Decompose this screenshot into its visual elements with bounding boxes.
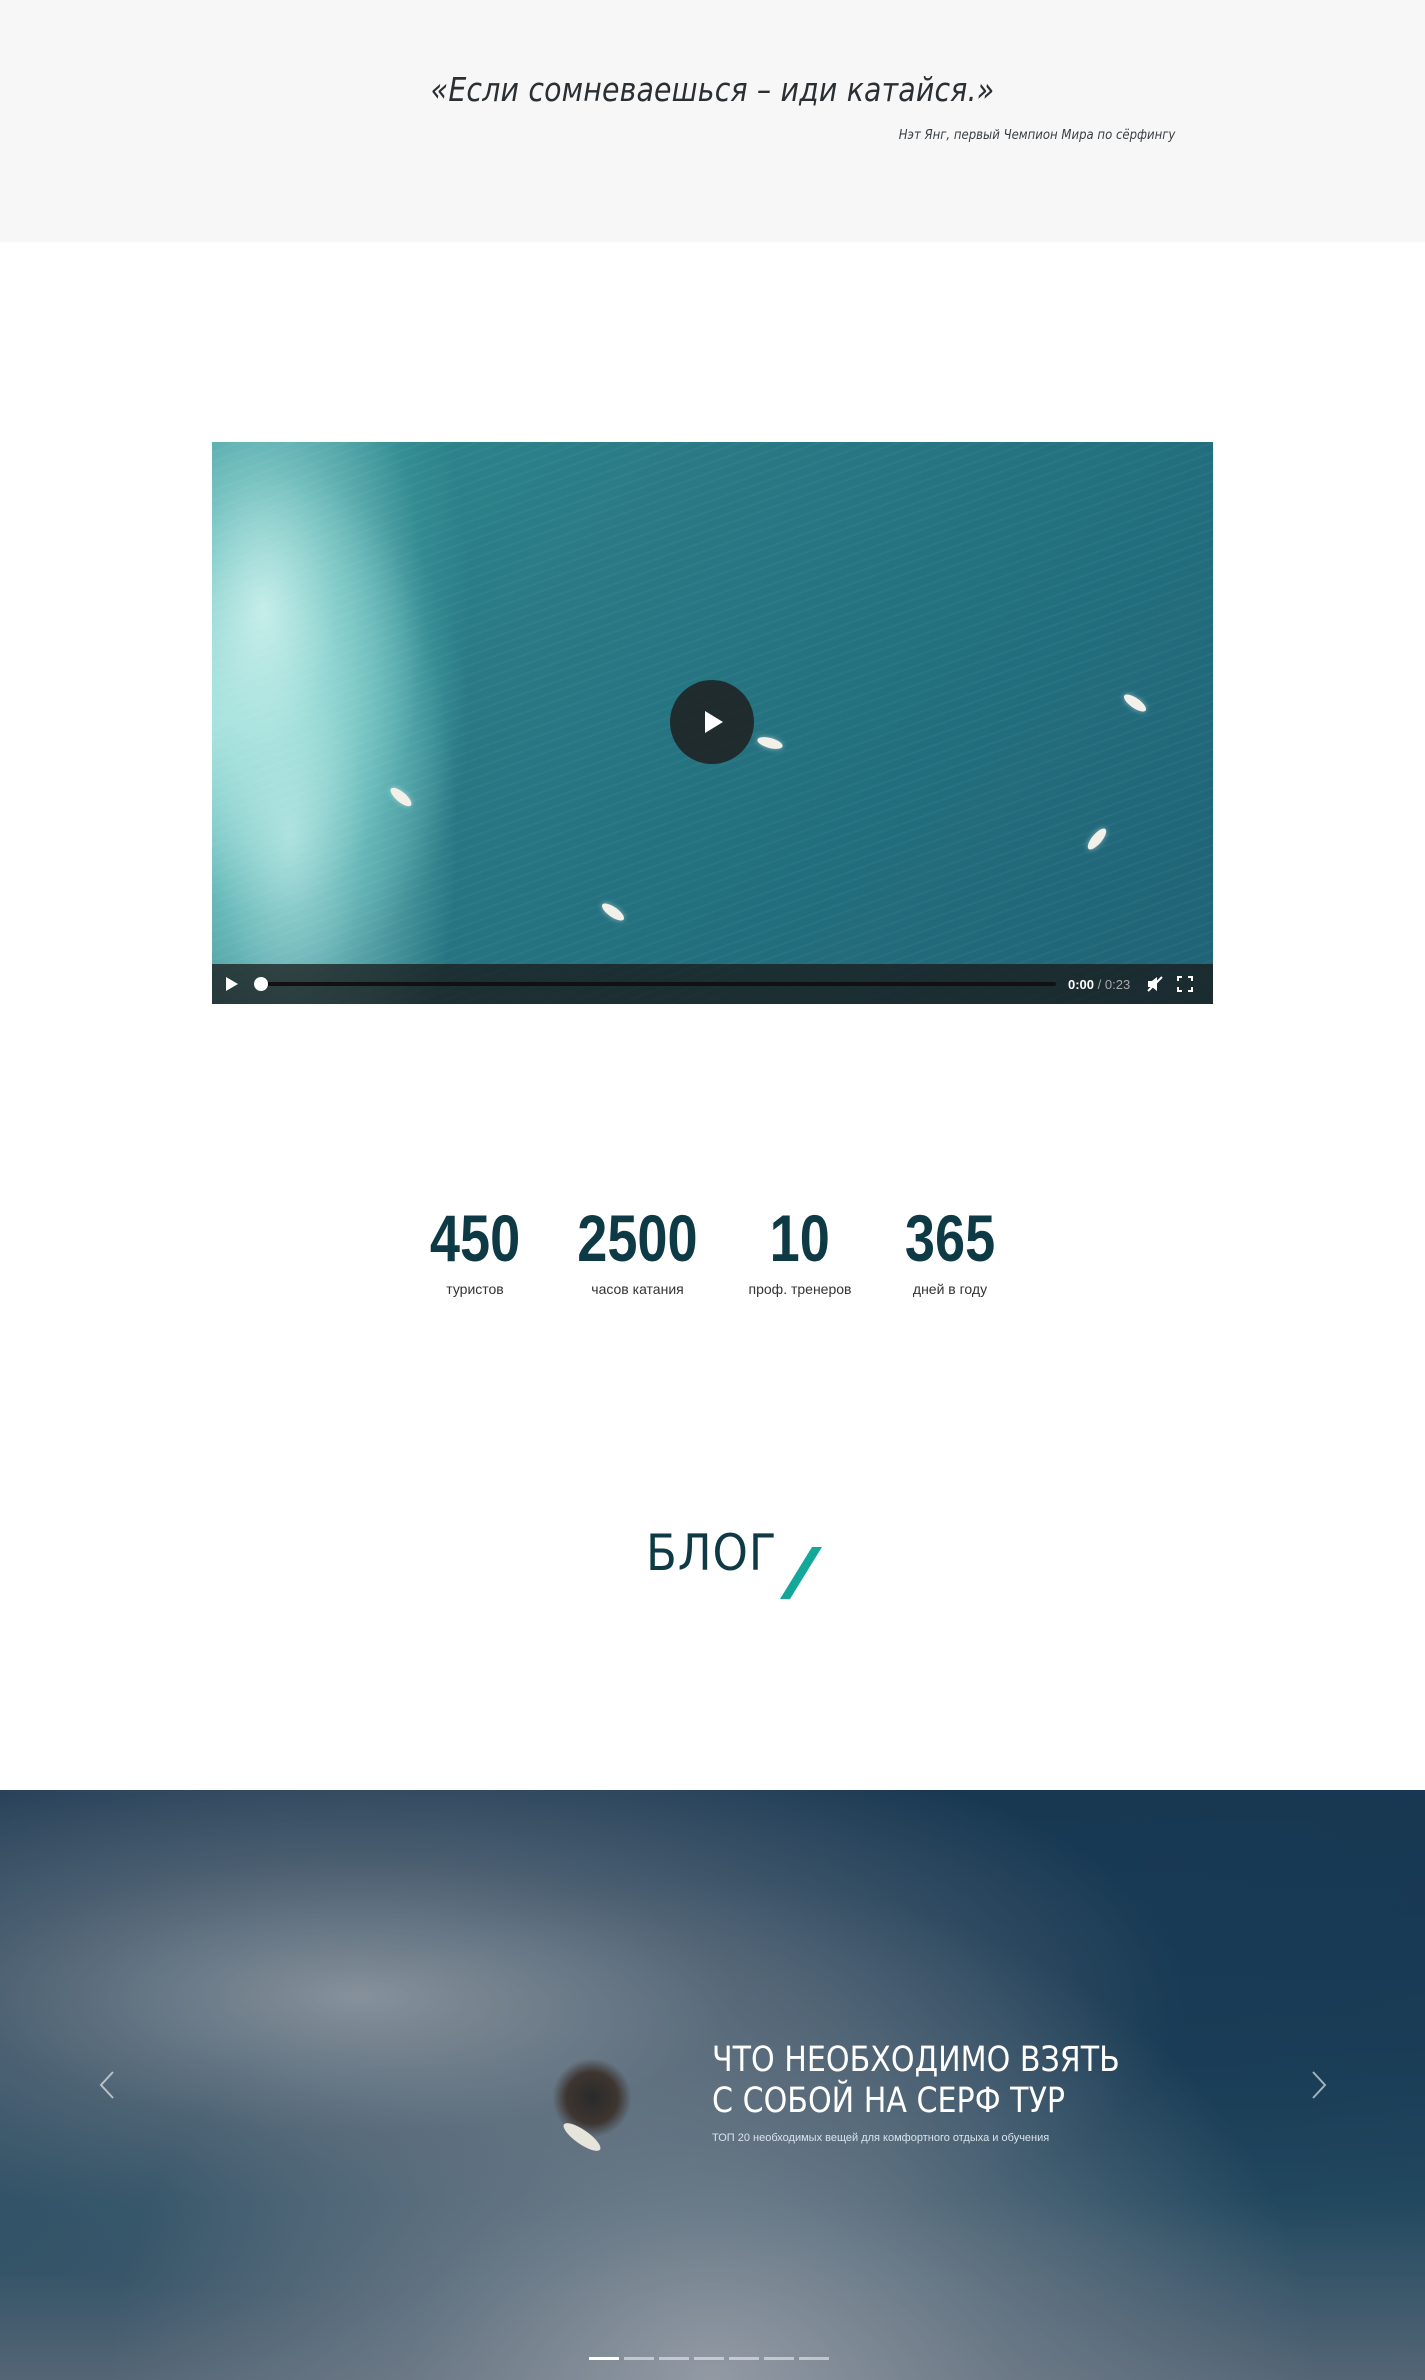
chevron-right-icon	[1312, 2071, 1327, 2099]
stat-value: 10	[769, 1201, 831, 1275]
stat-value: 2500	[577, 1201, 698, 1275]
stats-row: 450 туристов 2500 часов катания 10 проф.…	[0, 1205, 1425, 1297]
progress-knob[interactable]	[254, 977, 268, 991]
fullscreen-button[interactable]	[1170, 964, 1200, 1004]
blog-slider[interactable]: ЧТО НЕОБХОДИМО ВЗЯТЬ С СОБОЙ НА СЕРФ ТУР…	[0, 1790, 1425, 2380]
chevron-left-icon	[99, 2071, 114, 2099]
stat-item: 10 проф. тренеров	[745, 1205, 855, 1297]
stat-item: 365 дней в году	[895, 1205, 1005, 1297]
mute-button[interactable]	[1140, 964, 1170, 1004]
volume-muted-icon	[1147, 976, 1163, 992]
fullscreen-icon	[1177, 976, 1194, 992]
stat-label: проф. тренеров	[748, 1281, 852, 1297]
quote-author: Нэт Янг, первый Чемпион Мира по сёрфингу	[898, 128, 1175, 143]
slider-dot[interactable]	[659, 2357, 689, 2360]
video-controls: 0:00 / 0:23	[212, 964, 1213, 1004]
quote-text: «Если сомневаешься – иди катайся.»	[430, 70, 995, 109]
slider-dot[interactable]	[729, 2357, 759, 2360]
time-display: 0:00 / 0:23	[1068, 977, 1130, 992]
stat-label: часов катания	[591, 1281, 684, 1297]
slash-accent-icon	[780, 1547, 822, 1599]
slider-dot[interactable]	[694, 2357, 724, 2360]
slider-next-button[interactable]	[1304, 2070, 1334, 2100]
slider-dot[interactable]	[764, 2357, 794, 2360]
progress-bar[interactable]	[254, 977, 1056, 991]
video-player[interactable]: 0:00 / 0:23	[212, 442, 1213, 1004]
slider-prev-button[interactable]	[92, 2070, 122, 2100]
stat-item: 450 туристов	[420, 1205, 530, 1297]
quote-section: «Если сомневаешься – иди катайся.» Нэт Я…	[0, 0, 1425, 242]
play-icon	[226, 977, 238, 991]
stat-value: 450	[429, 1201, 521, 1275]
slide-title[interactable]: ЧТО НЕОБХОДИМО ВЗЯТЬ С СОБОЙ НА СЕРФ ТУР	[712, 2040, 1142, 2123]
stat-label: дней в году	[912, 1281, 988, 1297]
stat-label: туристов	[446, 1281, 504, 1297]
stat-item: 2500 часов катания	[570, 1205, 705, 1297]
blog-title: БЛОГ	[646, 1524, 778, 1582]
slide-subtitle: ТОП 20 необходимых вещей для комфортного…	[712, 2132, 1050, 2144]
slider-dot[interactable]	[799, 2357, 829, 2360]
slider-dots	[589, 2357, 829, 2360]
play-button[interactable]	[212, 964, 252, 1004]
big-play-button[interactable]	[670, 680, 754, 764]
slider-dot[interactable]	[624, 2357, 654, 2360]
total-time: / 0:23	[1097, 976, 1131, 992]
play-icon	[705, 711, 723, 733]
stat-value: 365	[904, 1201, 996, 1275]
current-time: 0:00	[1068, 976, 1095, 992]
slider-dot[interactable]	[589, 2357, 619, 2360]
